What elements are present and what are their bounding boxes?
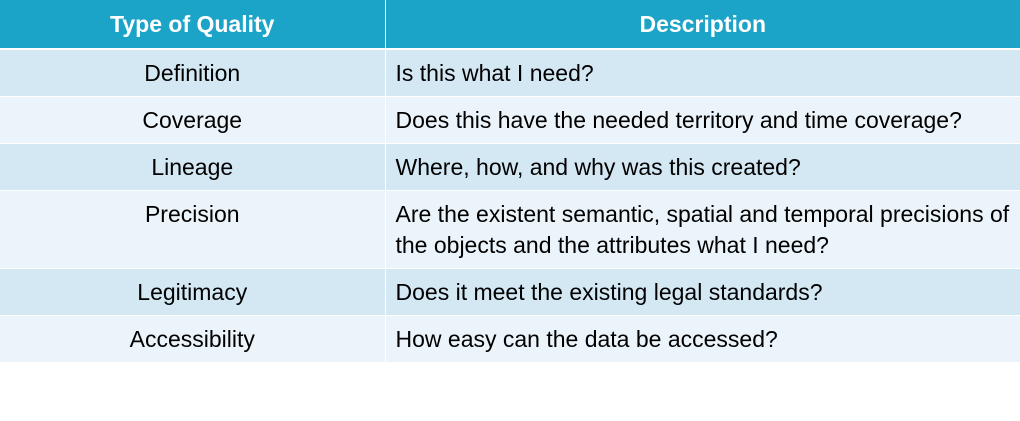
table-header-row: Type of Quality Description xyxy=(0,0,1020,50)
quality-type-cell: Coverage xyxy=(0,96,386,144)
description-cell: Where, how, and why was this created? xyxy=(385,143,1020,191)
description-cell: Is this what I need? xyxy=(385,49,1020,97)
description-cell: Are the existent semantic, spatial and t… xyxy=(385,190,1020,269)
table-row: Coverage Does this have the needed terri… xyxy=(0,96,1020,144)
quality-type-cell: Lineage xyxy=(0,143,386,191)
table-row: Lineage Where, how, and why was this cre… xyxy=(0,143,1020,191)
table-row: Accessibility How easy can the data be a… xyxy=(0,315,1020,363)
header-type-of-quality: Type of Quality xyxy=(0,0,386,50)
quality-table: Type of Quality Description Definition I… xyxy=(0,0,1020,363)
quality-type-cell: Definition xyxy=(0,49,386,97)
table-row: Legitimacy Does it meet the existing leg… xyxy=(0,268,1020,316)
quality-type-cell: Legitimacy xyxy=(0,268,386,316)
description-cell: How easy can the data be accessed? xyxy=(385,315,1020,363)
description-cell: Does it meet the existing legal standard… xyxy=(385,268,1020,316)
header-description: Description xyxy=(385,0,1020,50)
quality-type-cell: Precision xyxy=(0,190,386,269)
description-cell: Does this have the needed territory and … xyxy=(385,96,1020,144)
table-row: Definition Is this what I need? xyxy=(0,49,1020,97)
quality-type-cell: Accessibility xyxy=(0,315,386,363)
table-row: Precision Are the existent semantic, spa… xyxy=(0,190,1020,269)
